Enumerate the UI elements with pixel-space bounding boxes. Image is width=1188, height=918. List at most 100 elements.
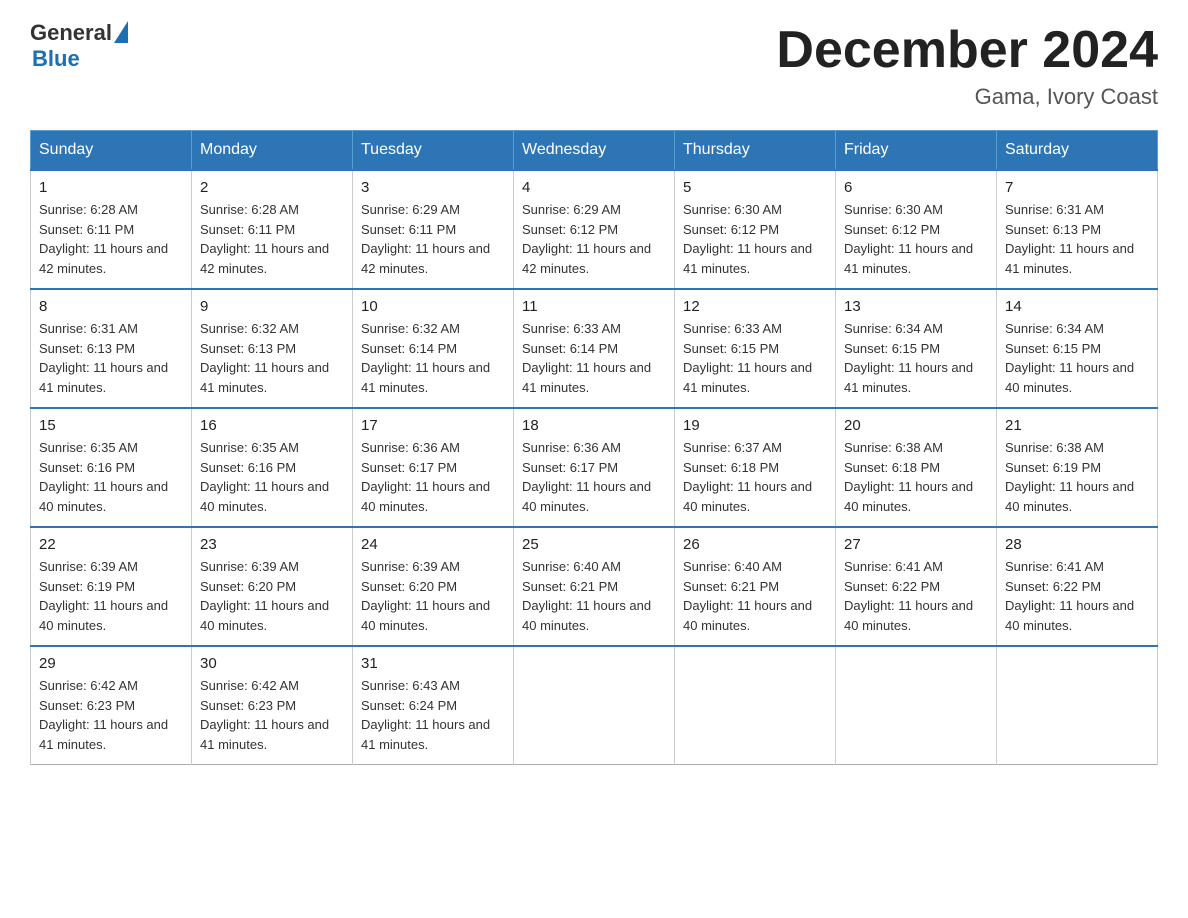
calendar-week-row: 15 Sunrise: 6:35 AMSunset: 6:16 PMDayligh… <box>31 408 1158 527</box>
day-number: 16 <box>200 417 344 434</box>
logo: General Blue <box>30 20 128 72</box>
day-info: Sunrise: 6:43 AMSunset: 6:24 PMDaylight:… <box>361 676 505 754</box>
day-number: 13 <box>844 298 988 315</box>
day-info: Sunrise: 6:41 AMSunset: 6:22 PMDaylight:… <box>844 557 988 635</box>
calendar-cell: 30 Sunrise: 6:42 AMSunset: 6:23 PMDayligh… <box>192 646 353 765</box>
calendar-cell: 11Sunrise: 6:33 AMSunset: 6:14 PMDayligh… <box>514 289 675 408</box>
calendar-cell: 24 Sunrise: 6:39 AMSunset: 6:20 PMDayligh… <box>353 527 514 646</box>
weekday-header-thursday: Thursday <box>675 131 836 171</box>
weekday-header-saturday: Saturday <box>997 131 1158 171</box>
calendar-cell: 6Sunrise: 6:30 AMSunset: 6:12 PMDaylight… <box>836 170 997 289</box>
day-number: 28 <box>1005 536 1149 553</box>
day-number: 29 <box>39 655 183 672</box>
calendar-week-row: 8 Sunrise: 6:31 AMSunset: 6:13 PMDaylight… <box>31 289 1158 408</box>
day-number: 17 <box>361 417 505 434</box>
calendar-cell: 10 Sunrise: 6:32 AMSunset: 6:14 PMDayligh… <box>353 289 514 408</box>
weekday-header-sunday: Sunday <box>31 131 192 171</box>
calendar-cell: 16 Sunrise: 6:35 AMSunset: 6:16 PMDayligh… <box>192 408 353 527</box>
weekday-header-friday: Friday <box>836 131 997 171</box>
calendar-cell: 18Sunrise: 6:36 AMSunset: 6:17 PMDayligh… <box>514 408 675 527</box>
calendar-cell: 22 Sunrise: 6:39 AMSunset: 6:19 PMDayligh… <box>31 527 192 646</box>
calendar-week-row: 29 Sunrise: 6:42 AMSunset: 6:23 PMDayligh… <box>31 646 1158 765</box>
day-info: Sunrise: 6:28 AMSunset: 6:11 PMDaylight:… <box>39 200 183 278</box>
title-section: December 2024 Gama, Ivory Coast <box>776 20 1158 110</box>
day-info: Sunrise: 6:39 AMSunset: 6:20 PMDaylight:… <box>361 557 505 635</box>
day-info: Sunrise: 6:37 AMSunset: 6:18 PMDaylight:… <box>683 438 827 516</box>
day-info: Sunrise: 6:30 AMSunset: 6:12 PMDaylight:… <box>683 200 827 278</box>
calendar-cell: 1 Sunrise: 6:28 AMSunset: 6:11 PMDaylight… <box>31 170 192 289</box>
logo-triangle-icon <box>114 21 128 43</box>
day-info: Sunrise: 6:31 AMSunset: 6:13 PMDaylight:… <box>1005 200 1149 278</box>
calendar-cell: 7 Sunrise: 6:31 AMSunset: 6:13 PMDaylight… <box>997 170 1158 289</box>
day-info: Sunrise: 6:31 AMSunset: 6:13 PMDaylight:… <box>39 319 183 397</box>
day-number: 8 <box>39 298 183 315</box>
day-info: Sunrise: 6:36 AMSunset: 6:17 PMDaylight:… <box>361 438 505 516</box>
day-info: Sunrise: 6:35 AMSunset: 6:16 PMDaylight:… <box>200 438 344 516</box>
month-title: December 2024 <box>776 20 1158 80</box>
day-info: Sunrise: 6:40 AMSunset: 6:21 PMDaylight:… <box>683 557 827 635</box>
calendar-cell: 29 Sunrise: 6:42 AMSunset: 6:23 PMDayligh… <box>31 646 192 765</box>
day-number: 22 <box>39 536 183 553</box>
calendar-cell: 13 Sunrise: 6:34 AMSunset: 6:15 PMDayligh… <box>836 289 997 408</box>
logo-name: General <box>30 20 112 46</box>
day-info: Sunrise: 6:29 AMSunset: 6:12 PMDaylight:… <box>522 200 666 278</box>
day-number: 10 <box>361 298 505 315</box>
day-number: 3 <box>361 179 505 196</box>
logo-name2: Blue <box>32 46 128 72</box>
weekday-header-monday: Monday <box>192 131 353 171</box>
day-info: Sunrise: 6:34 AMSunset: 6:15 PMDaylight:… <box>844 319 988 397</box>
day-info: Sunrise: 6:39 AMSunset: 6:19 PMDaylight:… <box>39 557 183 635</box>
day-number: 15 <box>39 417 183 434</box>
weekday-header-wednesday: Wednesday <box>514 131 675 171</box>
day-number: 4 <box>522 179 666 196</box>
day-info: Sunrise: 6:42 AMSunset: 6:23 PMDaylight:… <box>200 676 344 754</box>
day-number: 14 <box>1005 298 1149 315</box>
day-number: 25 <box>522 536 666 553</box>
day-number: 27 <box>844 536 988 553</box>
calendar-cell: 25 Sunrise: 6:40 AMSunset: 6:21 PMDayligh… <box>514 527 675 646</box>
calendar-cell: 5 Sunrise: 6:30 AMSunset: 6:12 PMDaylight… <box>675 170 836 289</box>
day-info: Sunrise: 6:29 AMSunset: 6:11 PMDaylight:… <box>361 200 505 278</box>
weekday-header-row: SundayMondayTuesdayWednesdayThursdayFrid… <box>31 131 1158 171</box>
day-number: 1 <box>39 179 183 196</box>
day-number: 19 <box>683 417 827 434</box>
day-number: 24 <box>361 536 505 553</box>
day-number: 9 <box>200 298 344 315</box>
day-info: Sunrise: 6:35 AMSunset: 6:16 PMDaylight:… <box>39 438 183 516</box>
day-number: 30 <box>200 655 344 672</box>
day-number: 5 <box>683 179 827 196</box>
day-number: 21 <box>1005 417 1149 434</box>
calendar-cell: 14 Sunrise: 6:34 AMSunset: 6:15 PMDayligh… <box>997 289 1158 408</box>
day-number: 20 <box>844 417 988 434</box>
calendar-cell: 15 Sunrise: 6:35 AMSunset: 6:16 PMDayligh… <box>31 408 192 527</box>
calendar-cell: 3 Sunrise: 6:29 AMSunset: 6:11 PMDaylight… <box>353 170 514 289</box>
weekday-header-tuesday: Tuesday <box>353 131 514 171</box>
page-header: General Blue December 2024 Gama, Ivory C… <box>30 20 1158 110</box>
calendar-cell: 12Sunrise: 6:33 AMSunset: 6:15 PMDayligh… <box>675 289 836 408</box>
calendar-cell: 31 Sunrise: 6:43 AMSunset: 6:24 PMDayligh… <box>353 646 514 765</box>
day-number: 12 <box>683 298 827 315</box>
day-number: 6 <box>844 179 988 196</box>
calendar-cell <box>997 646 1158 765</box>
day-number: 26 <box>683 536 827 553</box>
calendar-cell: 20 Sunrise: 6:38 AMSunset: 6:18 PMDayligh… <box>836 408 997 527</box>
calendar-cell <box>836 646 997 765</box>
day-info: Sunrise: 6:32 AMSunset: 6:13 PMDaylight:… <box>200 319 344 397</box>
day-info: Sunrise: 6:38 AMSunset: 6:18 PMDaylight:… <box>844 438 988 516</box>
calendar-cell <box>675 646 836 765</box>
calendar-cell: 21 Sunrise: 6:38 AMSunset: 6:19 PMDayligh… <box>997 408 1158 527</box>
day-number: 2 <box>200 179 344 196</box>
day-info: Sunrise: 6:42 AMSunset: 6:23 PMDaylight:… <box>39 676 183 754</box>
day-number: 31 <box>361 655 505 672</box>
day-number: 7 <box>1005 179 1149 196</box>
location: Gama, Ivory Coast <box>776 84 1158 110</box>
day-info: Sunrise: 6:32 AMSunset: 6:14 PMDaylight:… <box>361 319 505 397</box>
day-info: Sunrise: 6:41 AMSunset: 6:22 PMDaylight:… <box>1005 557 1149 635</box>
day-info: Sunrise: 6:40 AMSunset: 6:21 PMDaylight:… <box>522 557 666 635</box>
calendar-cell: 28 Sunrise: 6:41 AMSunset: 6:22 PMDayligh… <box>997 527 1158 646</box>
day-info: Sunrise: 6:34 AMSunset: 6:15 PMDaylight:… <box>1005 319 1149 397</box>
day-info: Sunrise: 6:28 AMSunset: 6:11 PMDaylight:… <box>200 200 344 278</box>
calendar-week-row: 1 Sunrise: 6:28 AMSunset: 6:11 PMDaylight… <box>31 170 1158 289</box>
day-info: Sunrise: 6:39 AMSunset: 6:20 PMDaylight:… <box>200 557 344 635</box>
day-info: Sunrise: 6:38 AMSunset: 6:19 PMDaylight:… <box>1005 438 1149 516</box>
